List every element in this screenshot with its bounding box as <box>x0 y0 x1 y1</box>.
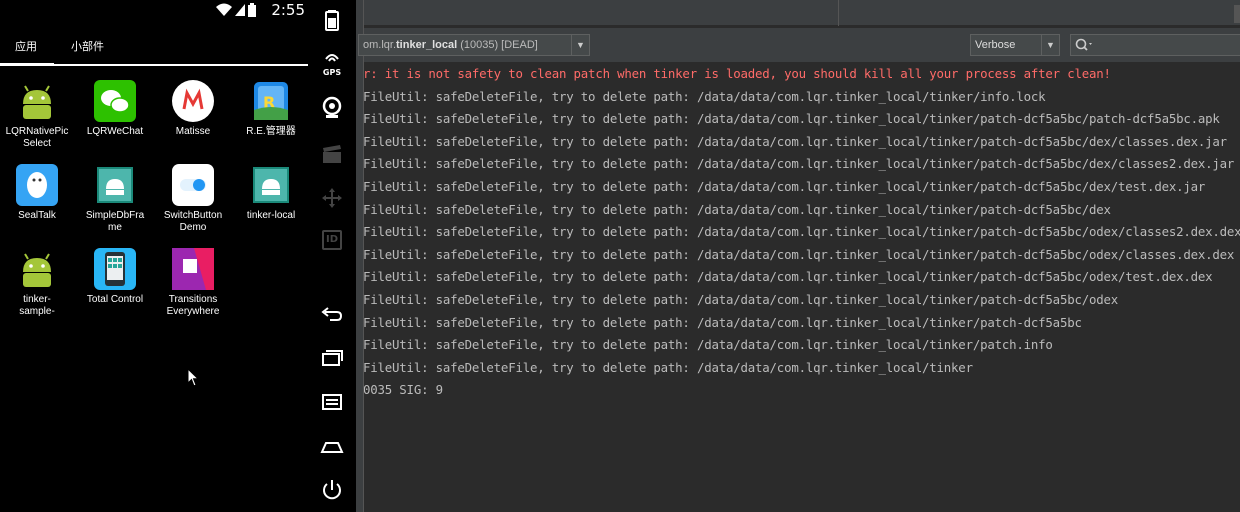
app-r-e[interactable]: R R.E.管理器 <box>232 80 310 138</box>
wechat-icon <box>94 80 136 122</box>
chevron-down-icon[interactable]: ▼ <box>571 35 589 55</box>
android-icon <box>94 164 136 206</box>
clapper-icon[interactable] <box>320 142 344 166</box>
power-icon[interactable] <box>320 478 344 502</box>
id-icon[interactable]: ID <box>322 230 342 250</box>
menu-icon[interactable] <box>320 390 344 414</box>
android-screen: 2:55 应用 小部件 LQRNativePic Select LQRWeChat… <box>0 0 308 512</box>
signal-icon <box>235 4 245 16</box>
android-icon <box>16 248 58 290</box>
header-scroll <box>1234 5 1240 23</box>
app-simpledbfra-me[interactable]: SimpleDbFra me <box>76 164 154 234</box>
log-line: FileUtil: safeDeleteFile, try to delete … <box>364 156 1235 172</box>
log-line: FileUtil: safeDeleteFile, try to delete … <box>364 201 1111 217</box>
search-input[interactable] <box>1070 34 1240 56</box>
log-line: FileUtil: safeDeleteFile, try to delete … <box>364 292 1119 307</box>
switch-icon <box>172 164 214 206</box>
status-bar: 2:55 <box>0 0 308 22</box>
app-label: Transitions Everywhere <box>166 294 220 317</box>
app-label: tinker- sample- <box>19 294 55 317</box>
app-label: Total Control <box>86 294 144 305</box>
battery-icon[interactable] <box>320 8 344 32</box>
tool-window-header <box>364 0 1240 26</box>
app-label: Matisse <box>175 126 211 137</box>
status-time: 2:55 <box>271 1 305 19</box>
transitions-icon <box>172 248 214 290</box>
android-icon <box>16 80 58 122</box>
recents-icon[interactable] <box>320 346 344 370</box>
app-tinker-local[interactable]: tinker-local <box>232 164 310 222</box>
app-tinker-sample[interactable]: tinker- sample- <box>0 248 76 318</box>
log-level-select[interactable]: Verbose ▼ <box>970 34 1060 56</box>
log-line: FileUtil: safeDeleteFile, try to delete … <box>364 133 1227 149</box>
header-divider <box>838 0 839 26</box>
logcat-filter-bar: om.lqr.tinker_local (10035) [DEAD] ▼ Ver… <box>358 28 1240 62</box>
sealtalk-icon <box>16 164 58 206</box>
status-icons <box>216 3 256 17</box>
log-line: FileUtil: safeDeleteFile, try to delete … <box>364 224 1240 240</box>
gps-label: GPS <box>322 68 342 77</box>
total-control-icon <box>94 248 136 290</box>
move-icon[interactable] <box>320 186 344 210</box>
app-lqrwechat[interactable]: LQRWeChat <box>76 80 154 138</box>
matisse-icon <box>172 80 214 122</box>
tab-widgets[interactable]: 小部件 <box>56 38 119 66</box>
app-lqrnativepic-select[interactable]: LQRNativePic Select <box>0 80 76 150</box>
chevron-down-icon[interactable]: ▼ <box>1041 35 1059 55</box>
search-icon[interactable] <box>1075 38 1095 52</box>
tab-apps[interactable]: 应用 <box>0 38 54 66</box>
launcher-tabs: 应用 小部件 <box>0 30 308 66</box>
app-sealtalk[interactable]: SealTalk <box>0 164 76 222</box>
process-select[interactable]: om.lqr.tinker_local (10035) [DEAD] ▼ <box>358 34 590 56</box>
log-line: FileUtil: safeDeleteFile, try to delete … <box>364 88 1046 104</box>
log-line: FileUtil: safeDeleteFile, try to delete … <box>364 111 1220 127</box>
app-label: SwitchButton Demo <box>163 210 223 233</box>
app-label: SealTalk <box>18 210 56 221</box>
app-label: SimpleDbFra me <box>85 210 145 233</box>
log-line: FileUtil: safeDeleteFile, try to delete … <box>364 179 1206 194</box>
re-manager-icon: R <box>250 80 292 122</box>
logcat-panel: om.lqr.tinker_local (10035) [DEAD] ▼ Ver… <box>356 0 1240 512</box>
log-line: FileUtil: safeDeleteFile, try to delete … <box>364 314 1082 330</box>
log-line: FileUtil: safeDeleteFile, try to delete … <box>364 359 973 375</box>
log-line: FileUtil: safeDeleteFile, try to delete … <box>364 246 1235 262</box>
app-label: LQRNativePic Select <box>5 126 69 149</box>
android-icon <box>250 164 292 206</box>
app-label: tinker-local <box>246 210 296 221</box>
app-switchbutton-demo[interactable]: SwitchButton Demo <box>154 164 232 234</box>
emulator-toolbar: GPS ID <box>308 0 356 512</box>
splitter[interactable] <box>356 0 364 512</box>
log-line: 0035 SIG: 9 <box>364 382 443 398</box>
app-transitions-everywhere[interactable]: Transitions Everywhere <box>154 248 232 318</box>
app-label: R.E.管理器 <box>246 126 296 137</box>
mouse-cursor-icon <box>188 369 200 387</box>
log-line-error: r: it is not safety to clean patch when … <box>364 66 1111 81</box>
log-output[interactable]: r: it is not safety to clean patch when … <box>364 66 1240 512</box>
process-suffix: (10035) [DEAD] <box>457 39 538 51</box>
log-line: FileUtil: safeDeleteFile, try to delete … <box>364 337 1053 353</box>
log-line: FileUtil: safeDeleteFile, try to delete … <box>364 269 1213 285</box>
home-icon[interactable] <box>320 434 344 458</box>
process-prefix: om.lqr. <box>363 39 397 51</box>
app-total-control[interactable]: Total Control <box>76 248 154 306</box>
wifi-icon <box>216 3 232 16</box>
gps-icon[interactable]: GPS <box>320 50 344 77</box>
battery-status-icon <box>248 3 256 17</box>
camera-icon[interactable] <box>320 96 344 120</box>
app-label: LQRWeChat <box>86 126 144 137</box>
back-icon[interactable] <box>320 302 344 326</box>
log-level-value: Verbose <box>975 39 1016 51</box>
process-name: tinker_local <box>396 39 458 51</box>
app-matisse[interactable]: Matisse <box>154 80 232 138</box>
